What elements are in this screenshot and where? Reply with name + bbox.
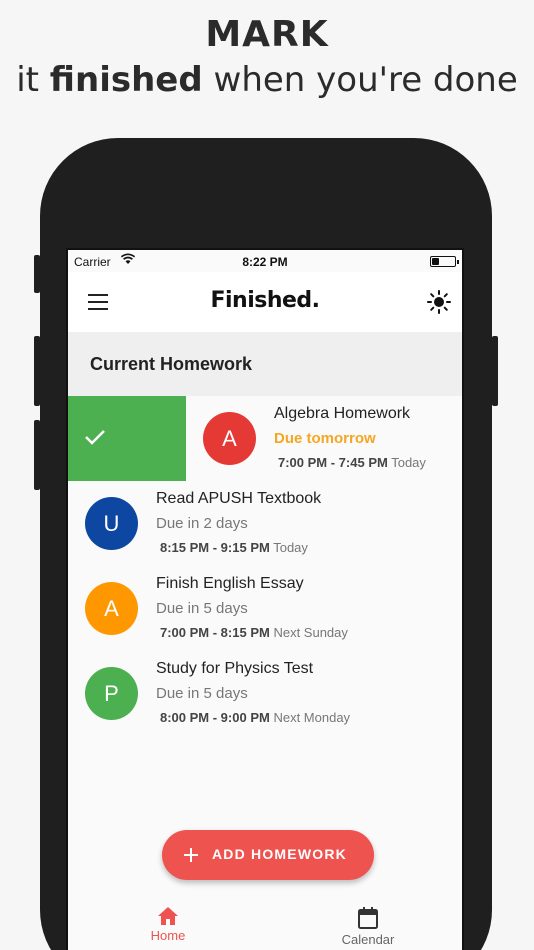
app-title: Finished.: [210, 288, 320, 313]
homework-time-range: 8:00 PM - 9:00 PM: [160, 710, 270, 725]
homework-item-content: U Read APUSH Textbook Due in 2 days 8:15…: [68, 481, 462, 566]
homework-time: 8:00 PM - 9:00 PM Next Monday: [160, 710, 350, 725]
homework-item-english[interactable]: A Finish English Essay Due in 5 days 7:0…: [68, 566, 462, 651]
homework-time: 7:00 PM - 7:45 PM Today: [278, 455, 426, 470]
homework-due: Due in 5 days: [156, 685, 248, 702]
homework-day: Next Sunday: [273, 625, 348, 640]
app-screen: Carrier 8:22 PM Finished. Current Homewo…: [66, 248, 464, 950]
homework-list: A Algebra Homework Due tomorrow 7:00 PM …: [68, 396, 462, 736]
homework-item-content: P Study for Physics Test Due in 5 days 8…: [68, 651, 462, 736]
homework-time-range: 7:00 PM - 8:15 PM: [160, 625, 270, 640]
swipe-complete-action[interactable]: [68, 396, 186, 481]
status-time: 8:22 PM: [242, 255, 288, 269]
homework-due: Due tomorrow: [274, 430, 376, 447]
homework-avatar: A: [203, 412, 256, 465]
promo-headline: it finished when you're done: [0, 60, 534, 100]
homework-name: Algebra Homework: [274, 405, 411, 422]
homework-avatar: A: [85, 582, 138, 635]
homework-item-content: A Algebra Homework Due tomorrow 7:00 PM …: [186, 396, 462, 481]
phone-volume-down: [34, 420, 40, 490]
app-bar: Finished.: [68, 272, 462, 332]
status-bar: Carrier 8:22 PM: [68, 250, 462, 272]
promo-headline-pre: it: [16, 60, 50, 100]
promo-headline-post: when you're done: [202, 60, 518, 100]
home-icon: [158, 907, 178, 925]
section-title: Current Homework: [90, 354, 253, 374]
battery-icon: [430, 256, 459, 267]
plus-icon: [184, 848, 198, 862]
homework-time-range: 7:00 PM - 7:45 PM: [278, 455, 388, 470]
phone-volume-up: [34, 336, 40, 406]
homework-due: Due in 5 days: [156, 600, 248, 617]
section-header: Current Homework: [68, 332, 462, 396]
calendar-icon: [358, 907, 378, 929]
add-homework-button[interactable]: ADD HOMEWORK: [162, 830, 374, 880]
homework-item-physics[interactable]: P Study for Physics Test Due in 5 days 8…: [68, 651, 462, 736]
nav-home-label: Home: [150, 928, 186, 943]
promo-headline-bold: finished: [49, 60, 203, 100]
check-icon: [85, 430, 105, 445]
homework-time: 8:15 PM - 9:15 PM Today: [160, 540, 308, 555]
homework-name: Finish English Essay: [156, 575, 304, 592]
bottom-navigation: Home Calendar: [68, 898, 462, 950]
homework-due: Due in 2 days: [156, 515, 248, 532]
phone-mute-switch: [34, 255, 40, 293]
homework-name: Study for Physics Test: [156, 660, 314, 677]
homework-day: Today: [391, 455, 426, 470]
homework-time-range: 8:15 PM - 9:15 PM: [160, 540, 270, 555]
homework-item-content: A Finish English Essay Due in 5 days 7:0…: [68, 566, 462, 651]
homework-avatar: U: [85, 497, 138, 550]
nav-calendar-label: Calendar: [341, 932, 395, 947]
homework-avatar: P: [85, 667, 138, 720]
add-homework-label: ADD HOMEWORK: [212, 846, 347, 862]
homework-day: Today: [273, 540, 308, 555]
homework-item-apush[interactable]: U Read APUSH Textbook Due in 2 days 8:15…: [68, 481, 462, 566]
homework-item-algebra[interactable]: A Algebra Homework Due tomorrow 7:00 PM …: [68, 396, 462, 481]
nav-calendar[interactable]: Calendar: [308, 906, 428, 947]
sun-icon[interactable]: [426, 289, 452, 315]
nav-home[interactable]: Home: [108, 906, 228, 943]
homework-day: Next Monday: [273, 710, 351, 725]
homework-name: Read APUSH Textbook: [156, 490, 322, 507]
homework-time: 7:00 PM - 8:15 PM Next Sunday: [160, 625, 348, 640]
battery-level: [432, 258, 439, 265]
promo-headline-top: MARK: [205, 14, 329, 55]
phone-power-button: [492, 336, 498, 406]
